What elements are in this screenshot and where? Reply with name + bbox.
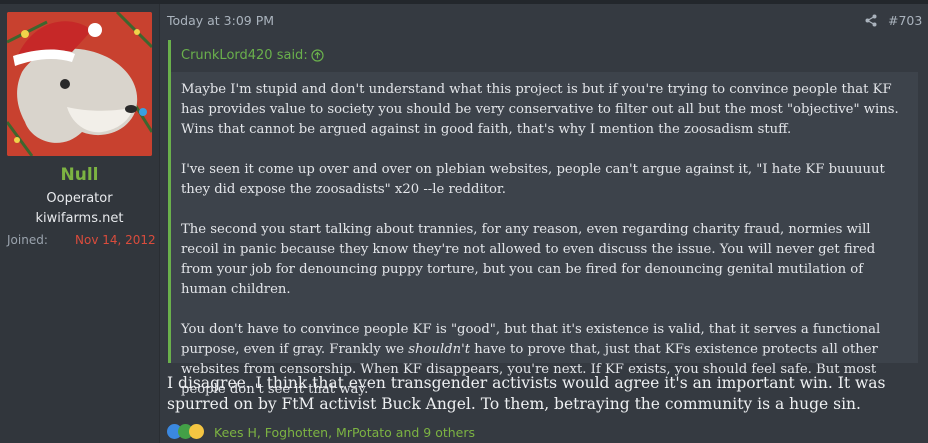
- user-banner: kiwifarms.net: [35, 211, 124, 226]
- avatar-image: [7, 12, 152, 156]
- post-number-link[interactable]: #703: [888, 13, 922, 28]
- joined-date: Nov 14, 2012: [75, 233, 156, 247]
- quote-header: CrunkLord420 said:: [171, 40, 918, 72]
- jump-to-quote-icon[interactable]: [311, 49, 324, 62]
- avatar[interactable]: [7, 12, 152, 156]
- quote-paragraph: I've seen it come up over and over on pl…: [181, 162, 885, 197]
- user-sidebar: Null Ooperator kiwifarms.net Joined: Nov…: [0, 4, 160, 443]
- username[interactable]: Null: [0, 165, 159, 185]
- joined-label: Joined:: [7, 233, 48, 247]
- quote-body: Maybe I'm stupid and don't understand wh…: [181, 80, 906, 420]
- quote-paragraph: Maybe I'm stupid and don't understand wh…: [181, 82, 899, 137]
- quote-paragraph: The second you start talking about trann…: [181, 222, 876, 297]
- post-container: Null Ooperator kiwifarms.net Joined: Nov…: [0, 4, 928, 443]
- quote-emphasis: shouldn't: [408, 342, 471, 357]
- thinking-icon: [189, 424, 204, 439]
- quote-block: CrunkLord420 said: Maybe I'm stupid and …: [168, 40, 918, 397]
- quote-author-link[interactable]: CrunkLord420 said:: [181, 48, 308, 63]
- user-title: Ooperator: [46, 191, 113, 206]
- reaction-users-link[interactable]: Kees H, Foghotten, MrPotato and 9 others: [214, 425, 475, 440]
- share-icon[interactable]: [865, 14, 877, 27]
- post-date-link[interactable]: Today at 3:09 PM: [167, 13, 274, 28]
- post-body: I disagree. I think that even transgende…: [167, 374, 886, 413]
